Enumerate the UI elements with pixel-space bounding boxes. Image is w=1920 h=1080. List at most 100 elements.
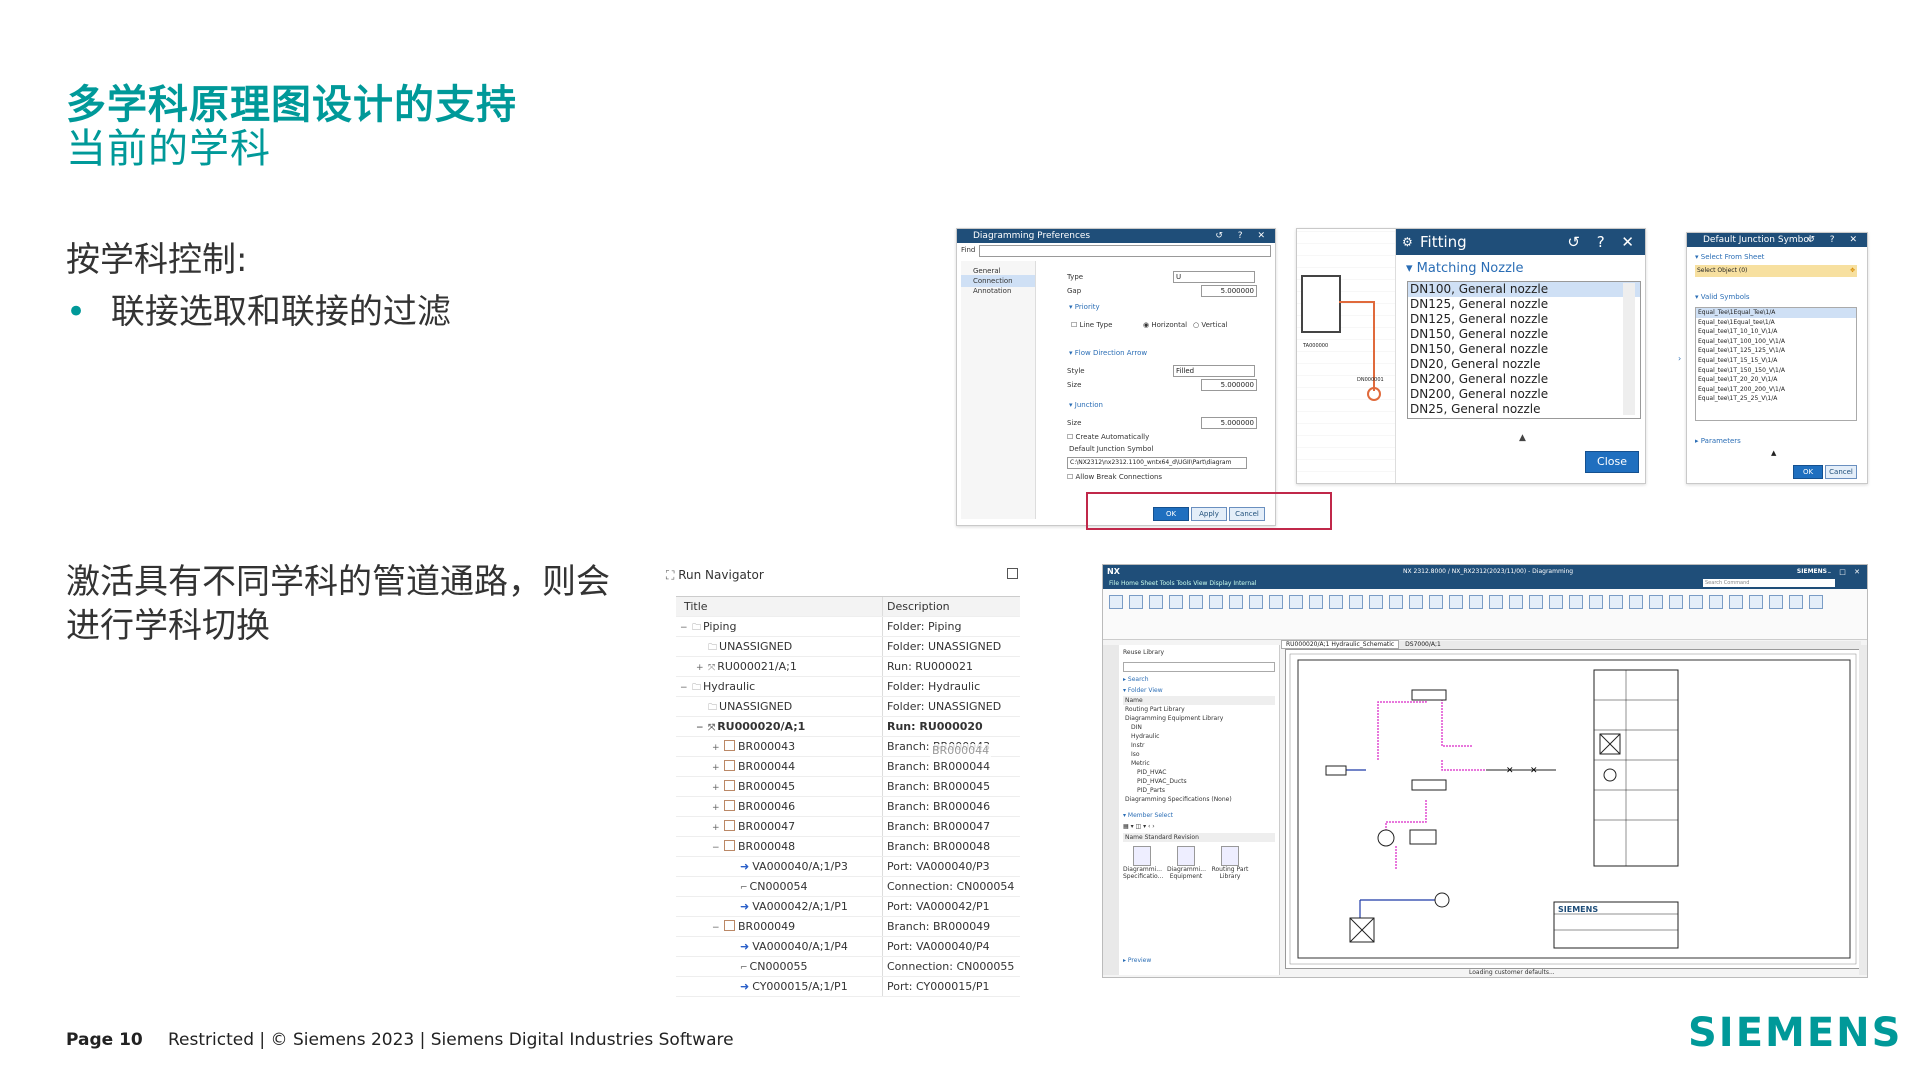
symbol-item[interactable]: Equal_tee\1T_150_150_V\1/A [1696, 366, 1856, 376]
table-row[interactable]: − 🗀 Hydraulic Folder: Hydraulic [676, 677, 1020, 697]
ribbon-command-icon[interactable] [1469, 595, 1483, 609]
table-row[interactable]: 🗀 UNASSIGNED Folder: UNASSIGNED [676, 637, 1020, 657]
member-item[interactable]: Diagrammi... Specificatio... [1123, 846, 1163, 880]
vertical-radio[interactable]: ○ Vertical [1193, 321, 1228, 329]
nozzle-item[interactable]: DN20, General nozzle [1408, 357, 1640, 372]
flow-direction-section[interactable]: ▾ Flow Direction Arrow [1069, 349, 1147, 357]
symbols-list[interactable]: Equal_Tee\1Equal_Tee\1/A Equal_tee\1Equa… [1695, 307, 1857, 421]
tree-item[interactable]: Iso [1119, 750, 1279, 759]
expand-toggle-icon[interactable]: + [712, 799, 722, 818]
drawing-canvas[interactable]: ✕ ✕ SIEMENS [1285, 649, 1861, 969]
table-row[interactable]: − ⤧ RU000020/A;1 Run: RU000020 [676, 717, 1020, 737]
ribbon-command-icon[interactable] [1109, 595, 1123, 609]
preview-section[interactable]: ▸ Preview [1123, 957, 1151, 964]
tree-item[interactable]: PID_HVAC [1119, 768, 1279, 777]
ribbon-command-icon[interactable] [1329, 595, 1343, 609]
ribbon-command-icon[interactable] [1709, 595, 1723, 609]
nozzle-list[interactable]: DN100, General nozzle DN125, General noz… [1407, 281, 1641, 419]
create-automatically-checkbox[interactable]: ☐ Create Automatically [1067, 433, 1149, 441]
column-description[interactable]: Description [882, 597, 1025, 616]
table-row[interactable]: ⌐ CN000054 Connection: CN000054 [676, 877, 1020, 897]
expand-toggle-icon[interactable]: − [680, 619, 690, 638]
table-row[interactable]: + BR000044 Branch: BR000044 [676, 757, 1020, 777]
table-row[interactable]: − BR000049 Branch: BR000049 [676, 917, 1020, 937]
ribbon-command-icon[interactable] [1489, 595, 1503, 609]
ribbon-command-icon[interactable] [1429, 595, 1443, 609]
ribbon-command-icon[interactable] [1369, 595, 1383, 609]
nozzle-item[interactable]: DN200, General nozzle [1408, 372, 1640, 387]
table-row[interactable]: + ⤧ RU000021/A;1 Run: RU000021 [676, 657, 1020, 677]
member-select-section[interactable]: ▾ Member Select [1119, 804, 1279, 821]
table-row[interactable]: + BR000046 Branch: BR000046 [676, 797, 1020, 817]
search-section[interactable]: ▸ Search [1119, 674, 1279, 685]
expand-arrow-icon[interactable]: › [1678, 354, 1681, 363]
ribbon-command-icon[interactable] [1389, 595, 1403, 609]
folder-view-section[interactable]: ▾ Folder View [1119, 685, 1279, 696]
tree-item[interactable]: Metric [1119, 759, 1279, 768]
ribbon-command-icon[interactable] [1669, 595, 1683, 609]
expand-toggle-icon[interactable]: + [696, 659, 706, 678]
line-type-checkbox[interactable]: ☐ Line Type [1071, 321, 1112, 329]
priority-section[interactable]: ▾ Priority [1069, 303, 1100, 311]
symbol-item[interactable]: Equal_tee\1T_15_15_V\1/A [1696, 356, 1856, 366]
valid-symbols-section[interactable]: ▾ Valid Symbols [1695, 293, 1750, 301]
tree-item[interactable]: DIN [1119, 723, 1279, 732]
table-row[interactable]: ➜ VA000040/A;1/P3 Port: VA000040/P3 [676, 857, 1020, 877]
ribbon-command-icon[interactable] [1649, 595, 1663, 609]
member-item[interactable]: Diagrammi... Equipment [1167, 846, 1206, 880]
tree-item[interactable]: Routing Part Library [1119, 705, 1279, 714]
menu-items[interactable]: File Home Sheet Tools Tools View Display… [1109, 580, 1257, 587]
ribbon-command-icon[interactable] [1249, 595, 1263, 609]
ribbon-command-icon[interactable] [1509, 595, 1523, 609]
select-from-sheet-section[interactable]: ▾ Select From Sheet [1695, 253, 1764, 261]
expand-toggle-icon[interactable]: + [712, 739, 722, 758]
ribbon-command-icon[interactable] [1809, 595, 1823, 609]
junction-size-input[interactable]: 5.000000 [1201, 417, 1257, 429]
ribbon-command-icon[interactable] [1609, 595, 1623, 609]
ribbon-command-icon[interactable] [1729, 595, 1743, 609]
symbol-item[interactable]: Equal_tee\1T_200_200_V\1/A [1696, 385, 1856, 395]
ribbon-command-icon[interactable] [1749, 595, 1763, 609]
ribbon-command-icon[interactable] [1409, 595, 1423, 609]
window-controls[interactable]: – □ ✕ [1828, 565, 1863, 579]
nozzle-item[interactable]: DN100, General nozzle [1408, 282, 1640, 297]
window-controls[interactable]: ↺ ? ✕ [1807, 233, 1863, 247]
symbol-item[interactable]: Equal_tee\1T_10_10_V\1/A [1696, 327, 1856, 337]
window-controls[interactable]: ↺ ? ✕ [1567, 229, 1640, 255]
list-scrollbar[interactable] [1623, 283, 1635, 415]
command-search-input[interactable]: Search Command [1703, 579, 1835, 587]
ribbon-command-icon[interactable] [1349, 595, 1363, 609]
member-toolbar[interactable]: ▦ ▾ ◫ ▾ ‹ › [1123, 823, 1275, 831]
allow-break-checkbox[interactable]: ☐ Allow Break Connections [1067, 473, 1162, 481]
ribbon-command-icon[interactable] [1289, 595, 1303, 609]
symbol-item[interactable]: Equal_tee\1T_20_20_V\1/A [1696, 375, 1856, 385]
ribbon-command-icon[interactable] [1629, 595, 1643, 609]
nozzle-item[interactable]: DN200, General nozzle [1408, 387, 1640, 402]
category-connection[interactable]: Connection [961, 275, 1035, 287]
horizontal-radio[interactable]: ◉ Horizontal [1143, 321, 1187, 329]
ribbon-command-icon[interactable] [1549, 595, 1563, 609]
tree-item[interactable]: PID_Parts [1119, 786, 1279, 795]
parameters-section[interactable]: ▸ Parameters [1695, 437, 1741, 445]
ribbon-command-icon[interactable] [1129, 595, 1143, 609]
table-row[interactable]: − BR000048 Branch: BR000048 [676, 837, 1020, 857]
symbol-item[interactable]: Equal_tee\1Equal_tee\1/A [1696, 318, 1856, 328]
nozzle-item[interactable]: DN25, General nozzle [1408, 402, 1640, 417]
nozzle-icon[interactable] [1367, 387, 1381, 401]
cancel-button[interactable]: Cancel [1825, 465, 1857, 479]
table-row[interactable]: ➜ CY000015/A;1/P1 Port: CY000015/P1 [676, 977, 1020, 997]
ok-button[interactable]: OK [1793, 465, 1823, 479]
expand-toggle-icon[interactable]: + [712, 819, 722, 838]
nozzle-item[interactable]: DN150, General nozzle [1408, 342, 1640, 357]
ribbon-command-icon[interactable] [1769, 595, 1783, 609]
ribbon-command-icon[interactable] [1149, 595, 1163, 609]
arrow-size-input[interactable]: 5.000000 [1201, 379, 1257, 391]
symbol-item[interactable]: Equal_Tee\1Equal_Tee\1/A [1696, 308, 1856, 318]
expand-toggle-icon[interactable]: − [712, 839, 722, 858]
sheet-tab-active[interactable]: RU000020/A;1 Hydraulic_Schematic [1281, 640, 1400, 649]
gap-input[interactable]: 5.000000 [1201, 285, 1257, 297]
table-row[interactable]: ⌐ CN000055 Connection: CN000055 [676, 957, 1020, 977]
tree-item[interactable]: Diagramming Equipment Library [1119, 714, 1279, 723]
member-item[interactable]: Routing Part Library [1211, 846, 1249, 880]
sheet-tab[interactable]: DS7000/A;1 [1401, 641, 1445, 648]
